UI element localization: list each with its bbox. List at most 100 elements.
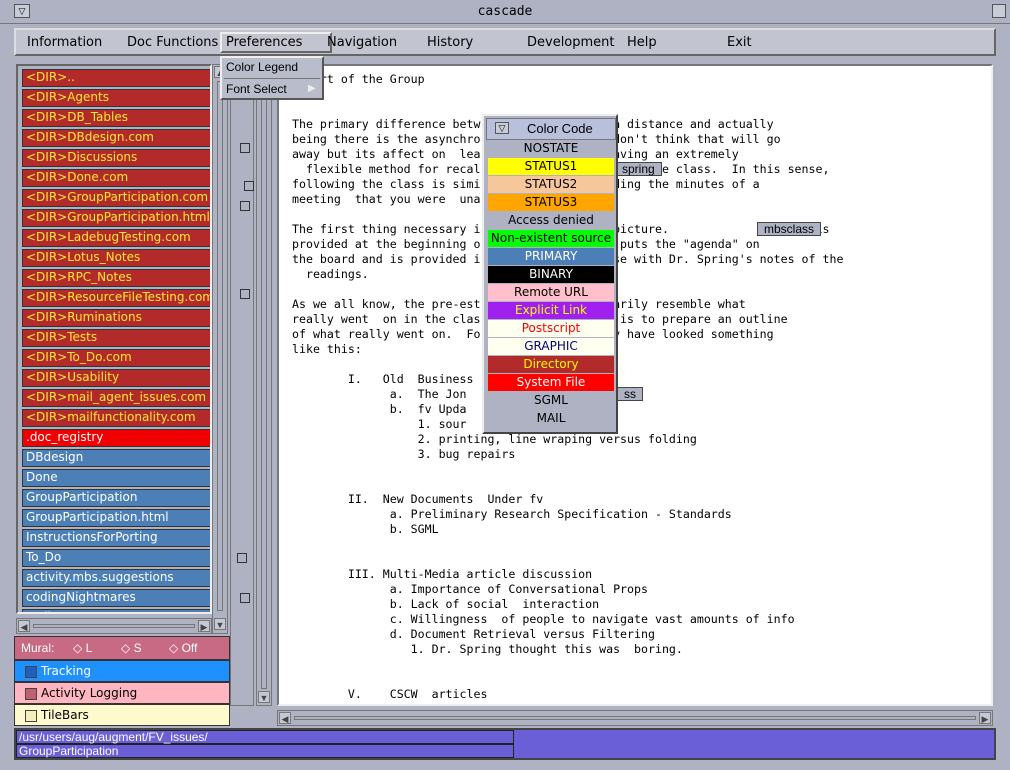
document-view[interactable]: b. Process Sets a. Arizona Project V. CS… [277, 64, 993, 706]
document-line: V. CSCW articles [292, 687, 488, 701]
scroll-right-icon[interactable]: ▶ [979, 712, 991, 724]
diamond-radio-icon: ◇ [121, 641, 131, 655]
preferences-dropdown: Color Legend Font Select ▶ [220, 56, 324, 100]
document-line: 1. sour [292, 417, 467, 431]
file-list-item[interactable]: <DIR>RPC_Notes [22, 269, 210, 287]
scroll-left-icon[interactable]: ◀ [18, 620, 30, 632]
file-list-item[interactable]: codingNightmares [22, 589, 210, 607]
file-list-item[interactable]: DBdesign [22, 449, 210, 467]
menu-exit[interactable]: Exit [727, 35, 752, 50]
color-code-title-bar: ▽ Color Code [486, 118, 616, 140]
scroll-track [294, 716, 976, 720]
toggle-label: TileBars [41, 708, 89, 722]
file-list-item[interactable]: <DIR>Tests [22, 329, 210, 347]
tile-marker[interactable] [240, 289, 250, 299]
path-field: /usr/users/aug/augment/FV_issues/ [16, 730, 514, 744]
file-list-hscrollbar[interactable]: ◀ ▶ [16, 618, 212, 634]
file-list-item[interactable]: GroupParticipation [22, 489, 210, 507]
scroll-down-icon[interactable]: ▼ [258, 691, 270, 703]
tile-marker[interactable] [240, 201, 250, 211]
tile-marker[interactable] [240, 143, 250, 153]
document-line: 3. bug repairs [292, 447, 516, 461]
link-button-ss[interactable]: ss [617, 387, 643, 401]
document-hscrollbar[interactable]: ◀ ▶ [277, 710, 993, 726]
menu-navigation[interactable]: Navigation [327, 35, 397, 50]
color-code-entry: SGML [488, 392, 614, 409]
file-list-item[interactable]: <DIR>Lotus_Notes [22, 249, 210, 267]
scroll-right-icon[interactable]: ▶ [198, 620, 210, 632]
menu-history[interactable]: History [427, 35, 473, 50]
tile-marker[interactable] [240, 593, 250, 603]
tile-marker[interactable] [237, 553, 247, 563]
file-list-item[interactable]: <DIR>Done.com [22, 169, 210, 187]
file-list-item[interactable]: <DIR>mail_agent_issues.com [22, 389, 210, 407]
menu-preferences[interactable]: Preferences [220, 32, 332, 53]
file-list-item[interactable]: <DIR>.. [22, 69, 210, 87]
checkbox-icon [25, 710, 37, 722]
menu-item-font-select[interactable]: Font Select [226, 82, 287, 96]
file-list-item[interactable]: <DIR>Agents [22, 89, 210, 107]
file-list-item[interactable]: <DIR>ResourceFileTesting.com [22, 289, 210, 307]
file-list-item[interactable]: <DIR>Ruminations [22, 309, 210, 327]
checkbox-icon [25, 666, 37, 678]
document-line: 1. Dr. Spring thought this was boring. [292, 642, 683, 656]
file-list-item[interactable]: <DIR>mailfunctionality.com [22, 409, 210, 427]
document-line: a. Importance of Conversational Props [292, 582, 648, 596]
menu-separator [224, 78, 320, 79]
submenu-arrow-icon: ▶ [308, 83, 316, 94]
document-line: like this: [292, 342, 362, 356]
mural-option-off[interactable]: ◇ Off [169, 641, 197, 655]
document-line: b. SGML [292, 522, 439, 536]
window-menu-icon[interactable]: ▽ [495, 122, 509, 134]
file-list-item[interactable]: <DIR>DB_Tables [22, 109, 210, 127]
link-button-mbsclass[interactable]: mbsclass [757, 222, 822, 236]
file-list-item[interactable]: To_Do [22, 549, 210, 567]
toggle-label: Activity Logging [41, 686, 138, 700]
mural-option-l[interactable]: ◇ L [73, 641, 92, 655]
document-line: c. Willingness of people to navigate vas… [292, 612, 795, 626]
color-code-entry: NOSTATE [488, 140, 614, 157]
color-code-window: ▽ Color Code NOSTATE STATUS1 STATUS2 STATUS… [482, 114, 618, 434]
document-line: I. Old Business [292, 372, 474, 386]
window-resize-icon[interactable] [992, 4, 1006, 18]
document-vscrollbar[interactable]: ▲ ▼ [256, 64, 272, 706]
file-list-item[interactable]: <DIR>LadebugTesting.com [22, 229, 210, 247]
file-list-vscrollbar[interactable]: ▲ ▼ [212, 64, 228, 634]
color-code-entry: GRAPHIC [488, 338, 614, 355]
color-code-entry: Non-existent source [488, 230, 614, 247]
toggle-tilebars[interactable]: TileBars [14, 704, 230, 726]
document-line: a. Preliminary Research Specification - … [292, 507, 732, 521]
color-code-entry: Explicit Link [488, 302, 614, 319]
file-list-item[interactable]: InstructionsForPorting [22, 529, 210, 547]
color-code-entry: Access denied [488, 212, 614, 229]
toggle-activity-logging[interactable]: Activity Logging [14, 682, 230, 704]
tile-marker[interactable] [244, 181, 254, 191]
file-list-item[interactable]: <DIR>GroupParticipation.com [22, 189, 210, 207]
scroll-track [217, 81, 223, 611]
file-list-item[interactable]: <DIR>GroupParticipation.html.c [22, 209, 210, 227]
toggle-tracking[interactable]: Tracking [14, 660, 230, 682]
scroll-left-icon[interactable]: ◀ [279, 712, 291, 724]
mural-option-s[interactable]: ◇ S [121, 641, 142, 655]
file-list-item[interactable]: <DIR>DBdesign.com [22, 129, 210, 147]
link-button-spring[interactable]: spring [615, 162, 662, 176]
menu-information[interactable]: Information [27, 35, 102, 50]
mural-label: Mural: [21, 641, 55, 655]
file-list-item[interactable]: <DIR>To_Do.com [22, 349, 210, 367]
scroll-down-icon[interactable]: ▼ [214, 618, 226, 630]
document-line: meeting that you were una [292, 192, 481, 206]
file-list-item[interactable]: GroupParticipation.html [22, 509, 210, 527]
menu-development[interactable]: Development [527, 35, 615, 50]
color-code-entry: STATUS3 [488, 194, 614, 211]
file-list-item[interactable]: Done [22, 469, 210, 487]
menu-item-color-legend[interactable]: Color Legend [226, 60, 298, 74]
menu-doc-functions[interactable]: Doc Functions [127, 35, 218, 50]
file-list-item[interactable]: <DIR>Discussions [22, 149, 210, 167]
file-list-item[interactable]: <DIR>Usability [22, 369, 210, 387]
file-list-item[interactable]: coding_notes [22, 609, 210, 612]
menu-help[interactable]: Help [627, 35, 657, 50]
document-line: b. fv Upda [292, 402, 467, 416]
document-line: a. Arizona Project [292, 702, 516, 704]
file-list-item[interactable]: activity.mbs.suggestions [22, 569, 210, 587]
file-list-item[interactable]: .doc_registry [22, 429, 210, 447]
